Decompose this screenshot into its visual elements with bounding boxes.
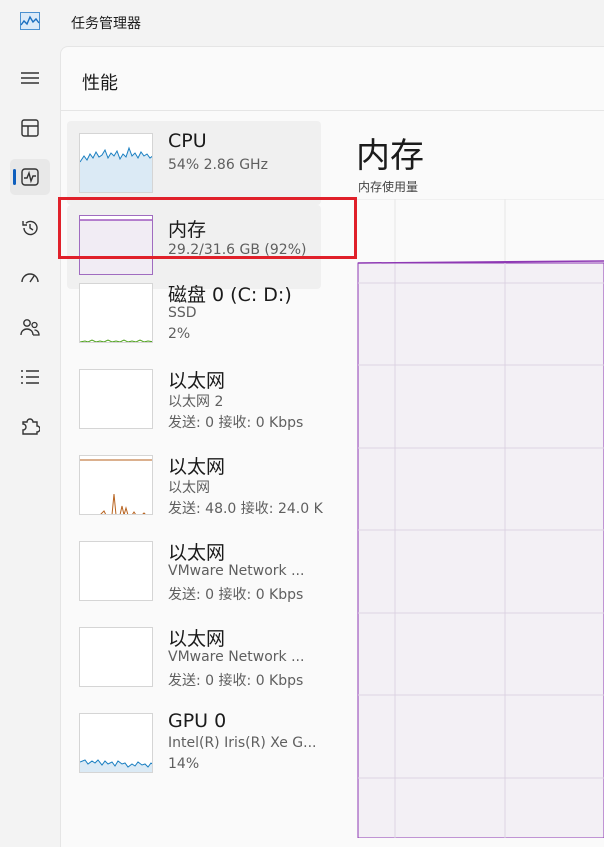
resource-title: 磁盘 0 (C: D:) <box>168 284 292 306</box>
active-indicator <box>13 169 16 185</box>
nav-processes[interactable] <box>10 110 50 146</box>
resource-detail-2: 2% <box>168 326 191 342</box>
nav-performance[interactable] <box>10 159 50 195</box>
resource-title: 以太网 <box>168 542 226 564</box>
page-title: 性能 <box>82 73 118 94</box>
resource-detail: SSD <box>168 305 197 321</box>
resource-detail: Intel(R) Iris(R) Xe G... <box>168 735 317 751</box>
nav-app-history[interactable] <box>10 210 50 246</box>
resource-item-ethernet-vmware-1[interactable]: 以太网 VMware Network ... 发送: 0 接收: 0 Kbps <box>67 529 321 613</box>
menu-icon <box>21 72 39 84</box>
resource-title: CPU <box>168 130 207 152</box>
nav-users[interactable] <box>10 309 50 345</box>
services-puzzle-icon <box>22 418 40 435</box>
detail-subtitle: 内存使用量 <box>358 180 419 194</box>
navigation-rail <box>0 46 60 838</box>
nav-startup-apps[interactable] <box>10 259 50 295</box>
title-bar: 任务管理器 <box>0 0 604 46</box>
header-divider <box>61 110 604 111</box>
resource-detail: VMware Network ... <box>168 563 305 579</box>
menu-button[interactable] <box>10 60 50 96</box>
nav-services[interactable] <box>10 408 50 444</box>
resource-item-cpu[interactable]: CPU 54% 2.86 GHz <box>67 121 321 205</box>
memory-usage-plot <box>357 198 604 839</box>
resource-detail: 以太网 <box>168 480 210 496</box>
resource-title: GPU 0 <box>168 710 227 732</box>
resource-item-ethernet[interactable]: 以太网 以太网 发送: 48.0 接收: 24.0 K <box>67 443 323 527</box>
resource-detail: VMware Network ... <box>168 649 305 665</box>
ethernet-thumbnail-graph <box>79 369 153 429</box>
resource-item-ethernet-vmware-2[interactable]: 以太网 VMware Network ... 发送: 0 接收: 0 Kbps <box>67 615 321 699</box>
cpu-thumbnail-graph <box>79 133 153 193</box>
resource-detail-2: 14% <box>168 756 200 772</box>
history-icon <box>22 220 38 236</box>
ethernet-thumbnail-graph <box>79 455 153 515</box>
memory-usage-graph <box>357 198 604 839</box>
details-list-icon <box>21 370 39 384</box>
resource-detail-2: 发送: 0 接收: 0 Kbps <box>168 673 304 689</box>
resource-detail-2: 发送: 0 接收: 0 Kbps <box>168 587 304 603</box>
detail-title: 内存 <box>356 136 424 176</box>
performance-pulse-icon <box>21 168 39 186</box>
resource-title: 以太网 <box>168 456 226 478</box>
ethernet-thumbnail-graph <box>79 541 153 601</box>
performance-chart-icon <box>20 12 40 30</box>
resource-detail: 以太网 2 <box>168 394 224 410</box>
resource-item-ethernet-2[interactable]: 以太网 以太网 2 发送: 0 接收: 0 Kbps <box>67 357 321 441</box>
nav-details[interactable] <box>10 359 50 395</box>
disk-thumbnail-graph <box>79 283 153 343</box>
processes-grid-icon <box>21 119 39 137</box>
resource-title: 以太网 <box>168 370 226 392</box>
startup-gauge-icon <box>21 273 39 283</box>
resource-detail-2: 发送: 0 接收: 0 Kbps <box>168 415 304 431</box>
ethernet-thumbnail-graph <box>79 627 153 687</box>
resource-detail-2: 发送: 48.0 接收: 24.0 K <box>168 501 323 517</box>
resource-item-disk[interactable]: 磁盘 0 (C: D:) SSD 2% <box>67 271 321 355</box>
resource-detail: 54% 2.86 GHz <box>168 157 268 173</box>
app-title: 任务管理器 <box>71 16 141 32</box>
resource-item-gpu[interactable]: GPU 0 Intel(R) Iris(R) Xe G... 14% <box>67 701 321 785</box>
users-icon <box>20 319 40 336</box>
resource-title: 以太网 <box>168 628 226 650</box>
gpu-thumbnail-graph <box>79 713 153 773</box>
highlight-annotation-box <box>58 197 357 259</box>
